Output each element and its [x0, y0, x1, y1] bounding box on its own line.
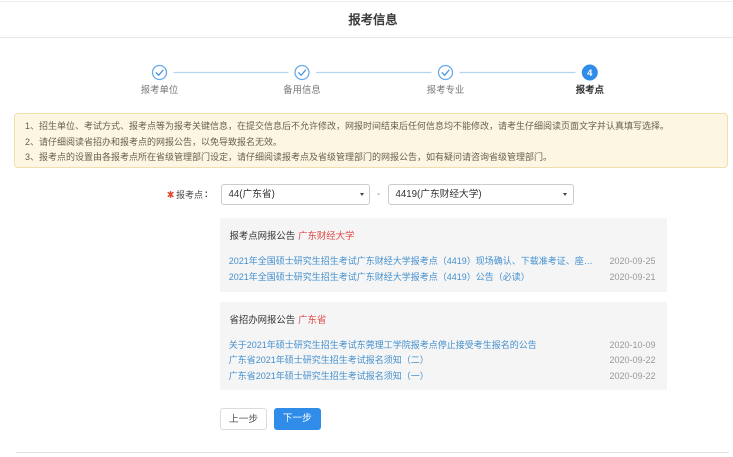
- svg-text:4: 4: [587, 68, 593, 79]
